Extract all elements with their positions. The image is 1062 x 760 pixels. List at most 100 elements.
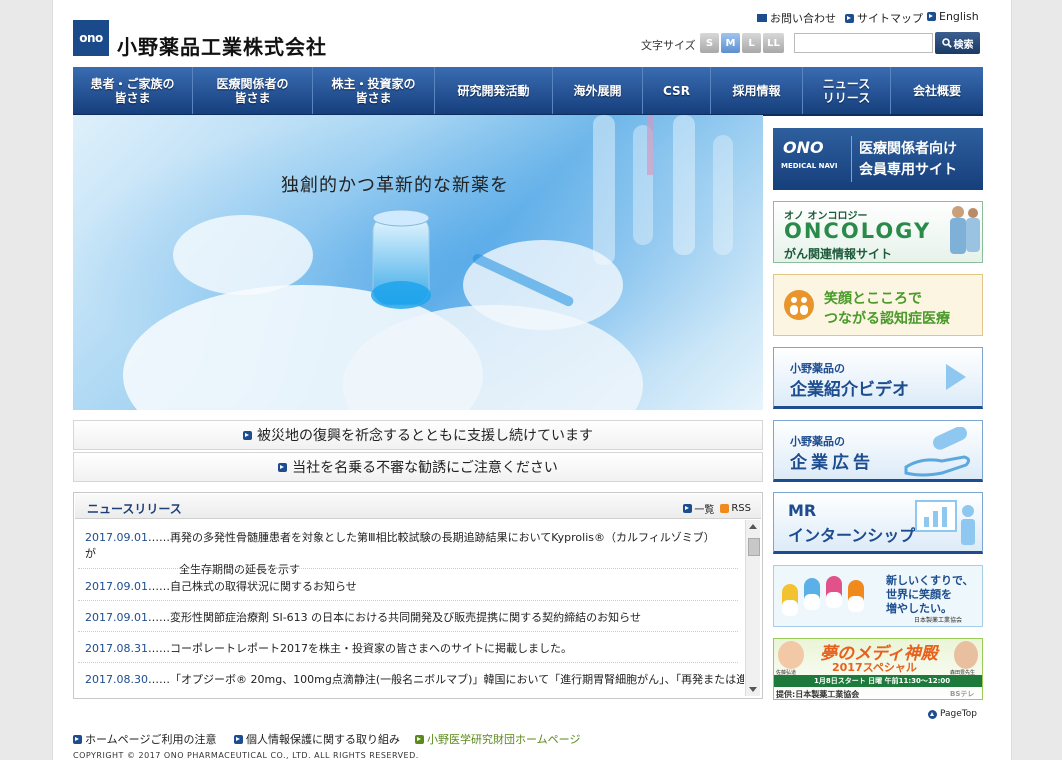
jpma-line3: 増やしたい。 [886, 602, 952, 615]
news-item[interactable]: 2017.08.30……「オプジーボ® 20mg、100mg点滴静注(一般名ニボ… [85, 672, 744, 688]
scroll-down-icon[interactable] [749, 687, 757, 692]
news-title: ニュースリリース [87, 502, 182, 516]
footer-link-foundation[interactable]: 小野医学研究財団ホームページ [415, 731, 580, 747]
font-size-l-button[interactable]: L [742, 33, 761, 53]
news-text: ……再発の多発性骨髄腫患者を対象とした第Ⅲ相比較試験の長期追跡結果においてKyp… [85, 531, 715, 560]
footer-link-terms[interactable]: ホームページご利用の注意 [73, 731, 216, 747]
notice-text: 当社を名乗る不審な勧誘にご注意ください [292, 460, 558, 476]
news-list[interactable]: 2017.09.01 ……再発の多発性骨髄腫患者を対象とした第Ⅲ相比較試験の長期追… [76, 520, 744, 696]
nav-label: リリース [822, 90, 871, 105]
search-input[interactable] [794, 33, 933, 53]
presentation-icon [915, 500, 975, 545]
news-text-cont: 全生存期間の延長を示す [179, 563, 300, 576]
medical-navi-line1: 医療関係者向け [859, 141, 957, 157]
ad-small: 小野薬品の [790, 435, 845, 448]
video-big: 企業紹介ビデオ [790, 380, 909, 400]
news-date: 2017.08.30 [85, 673, 148, 686]
person-icon [966, 218, 980, 252]
news-item[interactable]: 2017.09.01……自己株式の取得状況に関するお知らせ [85, 579, 725, 595]
nav-item-patients[interactable]: 患者・ご家族の 皆さま [73, 67, 193, 114]
intern-line2: インターンシップ [788, 526, 916, 545]
footer-link-label: 個人情報保護に関する取り組み [246, 733, 400, 746]
english-link[interactable]: English [927, 10, 979, 23]
font-size-m-button[interactable]: M [721, 33, 740, 53]
news-text: ……コーポレートレポート2017を株主・投資家の皆さまへのサイトに掲載しました。 [147, 642, 572, 655]
oncology-sub: がん関連情報サイト [784, 247, 893, 261]
banner-yume[interactable]: 夢のメディ神殿 2017スペシャル 佐藤弘道 森田豊先生 1月8日スタート 日曜… [773, 638, 983, 700]
person-photo [954, 641, 978, 669]
medical-navi-logo: ONO [783, 138, 824, 157]
hero-image[interactable]: 独創的かつ革新的な新薬を [73, 115, 763, 410]
news-date: 2017.09.01 [85, 611, 148, 624]
scroll-thumb[interactable] [748, 538, 760, 556]
news-item[interactable]: 2017.08.31……コーポレートレポート2017を株主・投資家の皆さまへのサ… [85, 641, 725, 657]
footer-link-privacy[interactable]: 個人情報保護に関する取り組み [234, 731, 400, 747]
search-button[interactable]: 検索 [935, 32, 980, 54]
ad-big: 企業広告 [790, 453, 874, 473]
nav-label: 患者・ご家族の [90, 76, 175, 91]
banner-ad[interactable]: 小野薬品の 企業広告 [773, 420, 983, 482]
person-icon [950, 218, 966, 254]
page-top-label: PageTop [940, 709, 977, 719]
nav-item-csr[interactable]: CSR [643, 67, 711, 114]
intern-line1: MR [788, 501, 817, 520]
banner-oncology[interactable]: オノ オンコロジー ONCOLOGY がん関連情報サイト [773, 201, 983, 263]
nav-label: 会社概要 [912, 83, 961, 98]
company-name[interactable]: 小野薬品工業株式会社 [117, 31, 327, 60]
logo-mark[interactable]: ono [73, 20, 109, 56]
nav-item-news[interactable]: ニュース リリース [803, 67, 891, 114]
arrow-icon [683, 504, 693, 513]
person-icon [952, 206, 964, 218]
page-top-link[interactable]: PageTop [928, 709, 977, 719]
contact-link[interactable]: お問い合わせ [757, 10, 836, 26]
yume-special: 2017スペシャル [832, 661, 917, 674]
nav-label: 海外展開 [573, 83, 622, 98]
news-tools: 一覧 RSS [683, 501, 751, 516]
news-list-label: 一覧 [694, 505, 715, 516]
news-release-panel: ニュースリリース 一覧 RSS 2017.09.01 ……再発の多発性骨髄腫患者を… [73, 492, 763, 699]
capsule-characters-icon [782, 576, 864, 616]
yume-schedule: 1月8日スタート 日曜 午前11:30～12:00 [814, 677, 951, 685]
nav-item-recruit[interactable]: 採用情報 [711, 67, 803, 114]
rss-link[interactable]: RSS [720, 503, 751, 514]
news-text: ……変形性関節症治療剤 SI-613 の日本における共同開発及び販売提携に関する… [147, 611, 641, 624]
footer-link-label: ホームページご利用の注意 [85, 733, 217, 746]
nav-label: 株主・投資家の [331, 76, 416, 91]
font-size-ll-button[interactable]: LL [763, 33, 784, 53]
nav-item-company[interactable]: 会社概要 [891, 67, 983, 114]
banner-intern[interactable]: MR インターンシップ [773, 492, 983, 554]
rss-icon [720, 504, 730, 513]
nav-item-research[interactable]: 研究開発活動 [435, 67, 553, 114]
oncology-title: ONCOLOGY [784, 219, 932, 243]
divider [78, 631, 738, 632]
rss-label: RSS [731, 503, 751, 514]
page-container: ono 小野薬品工業株式会社 お問い合わせ サイトマップ English 文字サ… [52, 0, 1012, 760]
sitemap-link[interactable]: サイトマップ [845, 10, 923, 26]
notice-recovery[interactable]: 被災地の復興を祈念するとともに支援し続けています [73, 420, 763, 450]
news-header: ニュースリリース 一覧 RSS [75, 494, 761, 519]
scroll-up-icon[interactable] [749, 524, 757, 529]
banner-dementia[interactable]: 笑顔とこころで つながる認知症医療 [773, 274, 983, 336]
banner-jpma[interactable]: 新しいくすりで、 世界に笑顔を 増やしたい。 日本製薬工業協会 [773, 565, 983, 627]
arrow-icon [243, 430, 252, 440]
people-icon [784, 290, 814, 320]
nav-item-overseas[interactable]: 海外展開 [553, 67, 643, 114]
news-list-link[interactable]: 一覧 [683, 501, 714, 516]
divider [78, 600, 738, 601]
divider [78, 662, 738, 663]
up-arrow-icon [928, 709, 937, 719]
banner-video[interactable]: 小野薬品の 企業紹介ビデオ [773, 347, 983, 409]
nav-item-medical[interactable]: 医療関係者の 皆さま [193, 67, 313, 114]
medical-navi-line2: 会員専用サイト [859, 162, 957, 178]
arrow-icon [73, 734, 82, 744]
font-size-s-button[interactable]: S [700, 33, 719, 53]
sitemap-link-label: サイトマップ [857, 12, 923, 25]
news-text: ……自己株式の取得状況に関するお知らせ [147, 580, 357, 593]
notice-warning[interactable]: 当社を名乗る不審な勧誘にご注意ください [73, 452, 763, 482]
news-scrollbar[interactable] [745, 520, 760, 696]
nav-item-investors[interactable]: 株主・投資家の 皆さま [313, 67, 435, 114]
news-item[interactable]: 2017.09.01……再発の多発性骨髄腫患者を対象とした第Ⅲ相比較試験の長期追… [85, 530, 725, 578]
arrow-icon [278, 462, 288, 472]
news-item[interactable]: 2017.09.01……変形性関節症治療剤 SI-613 の日本における共同開発… [85, 610, 725, 626]
banner-medical-navi[interactable]: ONO MEDICAL NAVI 医療関係者向け 会員専用サイト [773, 128, 983, 190]
